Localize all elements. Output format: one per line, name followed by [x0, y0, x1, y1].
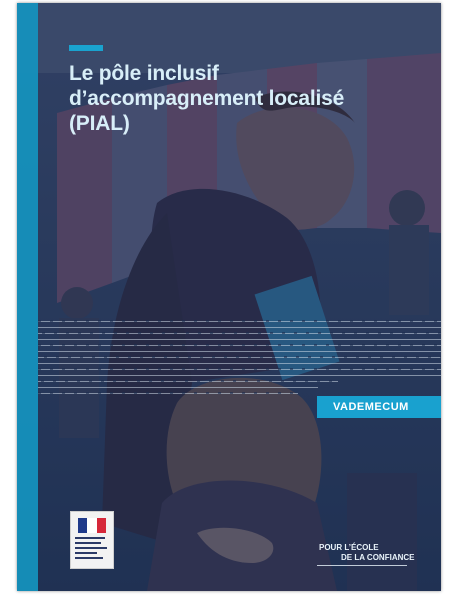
ministry-label-lines — [75, 537, 109, 562]
tagline-underline — [317, 565, 407, 566]
title-accent-mark — [69, 45, 103, 51]
accent-side-bar — [17, 3, 38, 591]
tagline-line-1: POUR L’ÉCOLE — [319, 543, 379, 552]
tagline: POUR L’ÉCOLE DE LA CONFIANCE — [319, 543, 429, 563]
vademecum-badge: VADEMECUM — [317, 396, 441, 418]
tagline-line-2: DE LA CONFIANCE — [341, 553, 415, 562]
french-flag-icon — [78, 518, 106, 533]
marianne-logo — [70, 511, 114, 569]
cover-title: Le pôle inclusif d’accompagnement locali… — [69, 62, 345, 135]
document-cover: Le pôle inclusif d’accompagnement locali… — [17, 3, 441, 591]
